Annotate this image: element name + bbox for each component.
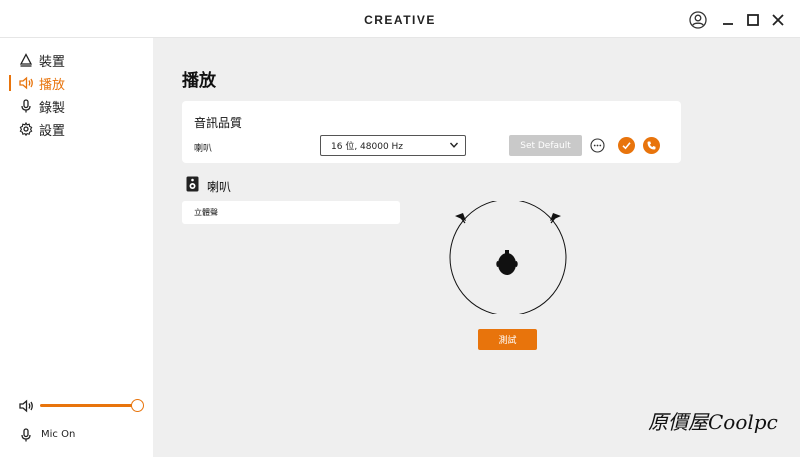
watermark-logo: 原價屋Coolpc xyxy=(648,410,778,434)
close-icon[interactable] xyxy=(766,8,790,32)
sidebar-item-label: 裝置 xyxy=(39,54,66,70)
more-options-icon[interactable] xyxy=(590,138,605,153)
speaker-icon xyxy=(18,75,34,91)
sidebar-item-settings[interactable]: 設置 xyxy=(0,118,153,140)
microphone-icon[interactable] xyxy=(20,427,32,446)
device-icon xyxy=(18,52,34,68)
sidebar: 裝置 播放 錄製 設置 xyxy=(0,38,153,457)
volume-icon[interactable] xyxy=(18,398,34,417)
main-panel: 播放 音訊品質 喇叭 16 位, 48000 Hz Set Default 喇叭… xyxy=(153,38,800,457)
microphone-icon xyxy=(18,98,34,114)
set-default-button[interactable]: Set Default xyxy=(509,135,582,156)
speaker-mode-item[interactable]: 立體聲 xyxy=(182,201,400,224)
mic-status-label: Mic On xyxy=(41,429,76,440)
default-device-check-icon[interactable] xyxy=(618,137,635,154)
right-speaker-icon[interactable] xyxy=(548,209,562,228)
left-speaker-icon[interactable] xyxy=(454,209,468,228)
minimize-icon[interactable] xyxy=(716,8,740,32)
volume-slider-handle[interactable] xyxy=(130,399,144,412)
device-label: 喇叭 xyxy=(194,144,213,154)
sidebar-item-playback[interactable]: 播放 xyxy=(0,72,153,94)
brand-logo: CREATIVE xyxy=(364,13,436,27)
speaker-device-icon xyxy=(186,176,199,192)
volume-slider-track[interactable] xyxy=(40,404,137,407)
title-bar: CREATIVE xyxy=(0,0,800,38)
audio-quality-card: 音訊品質 喇叭 16 位, 48000 Hz Set Default xyxy=(182,101,681,163)
maximize-icon[interactable] xyxy=(741,8,765,32)
format-select[interactable]: 16 位, 48000 Hz xyxy=(320,135,466,156)
sidebar-item-label: 設置 xyxy=(39,123,66,139)
sidebar-item-label: 播放 xyxy=(39,77,66,93)
format-select-value: 16 位, 48000 Hz xyxy=(331,142,404,152)
sidebar-item-recording[interactable]: 錄製 xyxy=(0,95,153,117)
audio-quality-title: 音訊品質 xyxy=(194,116,243,130)
test-button[interactable]: 測試 xyxy=(478,329,537,350)
chevron-down-icon xyxy=(449,140,459,153)
sidebar-item-device[interactable]: 裝置 xyxy=(0,49,153,71)
speaker-section-title: 喇叭 xyxy=(207,180,232,194)
gear-icon xyxy=(18,121,34,137)
sidebar-item-label: 錄製 xyxy=(39,100,66,116)
listener-head-icon xyxy=(496,248,518,282)
communication-phone-icon[interactable] xyxy=(643,137,660,154)
page-title: 播放 xyxy=(182,71,216,91)
user-circle-icon[interactable] xyxy=(686,8,710,32)
